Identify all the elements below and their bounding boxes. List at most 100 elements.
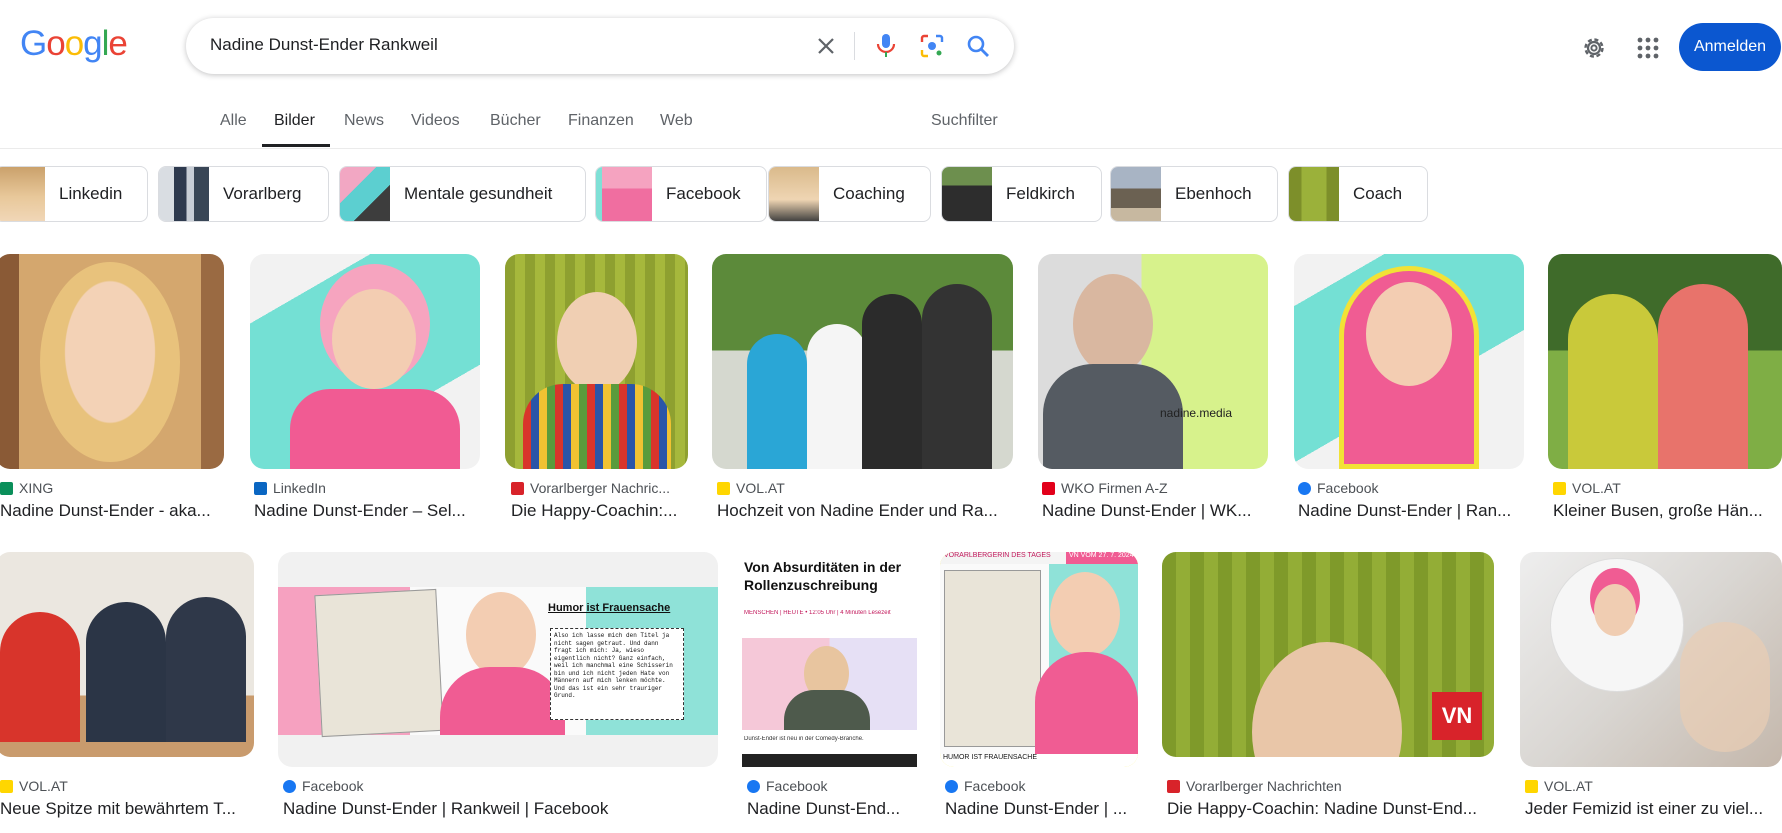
- vn-favicon-icon: [511, 481, 524, 495]
- result-source[interactable]: Facebook: [1298, 480, 1378, 496]
- result-image[interactable]: [250, 254, 480, 469]
- chip-coaching[interactable]: Coaching: [768, 166, 931, 222]
- portrait-shape: [862, 294, 922, 469]
- result-title[interactable]: Jeder Femizid ist einer zu viel...: [1525, 799, 1777, 819]
- source-label: WKO Firmen A-Z: [1061, 480, 1168, 496]
- result-source[interactable]: Vorarlberger Nachrichten: [1167, 778, 1342, 794]
- volat-favicon-icon: [717, 481, 730, 495]
- result-title[interactable]: Die Happy-Coachin:...: [511, 501, 687, 521]
- signin-button[interactable]: Anmelden: [1679, 23, 1781, 71]
- vn-logo: VN: [1432, 692, 1482, 740]
- chip-coach[interactable]: Coach: [1288, 166, 1428, 222]
- chip-label: Coach: [1353, 184, 1403, 203]
- image-bar: [742, 754, 917, 767]
- image-photo: [742, 638, 917, 730]
- portrait-shape: [747, 334, 807, 469]
- portrait-shape: [523, 384, 671, 469]
- chip-vorarlberg[interactable]: Vorarlberg: [158, 166, 329, 222]
- result-source[interactable]: WKO Firmen A-Z: [1042, 480, 1168, 496]
- result-title[interactable]: Nadine Dunst-Ender - aka...: [0, 501, 224, 521]
- result-source[interactable]: LinkedIn: [254, 480, 326, 496]
- facebook-favicon-icon: [1298, 481, 1311, 495]
- search-input[interactable]: Nadine Dunst-Ender Rankweil: [210, 35, 438, 55]
- result-source[interactable]: XING: [0, 480, 53, 496]
- microphone-icon[interactable]: [872, 32, 900, 60]
- chip-mentale-gesundheit[interactable]: Mentale gesundheit: [339, 166, 586, 222]
- image-caption: nadine.media: [1160, 406, 1233, 420]
- result-source[interactable]: VOL.AT: [717, 480, 785, 496]
- chip-thumbnail: [1289, 167, 1339, 221]
- vn-favicon-icon: [1167, 779, 1180, 793]
- result-source[interactable]: VOL.AT: [1525, 778, 1593, 794]
- image-caption: Dunst-Ender ist neu in der Comedy-Branch…: [744, 736, 864, 742]
- search-icon[interactable]: [964, 32, 992, 60]
- tab-news[interactable]: News: [344, 112, 384, 130]
- facebook-favicon-icon: [283, 779, 296, 793]
- tab-bilder[interactable]: Bilder: [274, 112, 315, 130]
- result-image[interactable]: VORARLBERGERIN DES TAGES VN VOM 27. 7. 2…: [940, 552, 1138, 767]
- result-image[interactable]: VN: [1162, 552, 1494, 757]
- chip-feldkirch[interactable]: Feldkirch: [941, 166, 1102, 222]
- result-image[interactable]: [505, 254, 688, 469]
- portrait-shape: [40, 262, 180, 462]
- portrait-shape: [1073, 274, 1153, 374]
- result-title[interactable]: Neue Spitze mit bewährtem T...: [0, 799, 250, 819]
- hand-shape: [1680, 622, 1770, 752]
- result-image[interactable]: [1548, 254, 1782, 469]
- active-tab-indicator: [262, 144, 330, 147]
- clear-icon[interactable]: [812, 32, 840, 60]
- google-logo[interactable]: Google: [20, 24, 128, 64]
- volat-favicon-icon: [1553, 481, 1566, 495]
- facebook-favicon-icon: [747, 779, 760, 793]
- tab-alle[interactable]: Alle: [220, 112, 247, 130]
- result-image[interactable]: nadine.media: [1038, 254, 1268, 469]
- result-source[interactable]: VOL.AT: [0, 778, 68, 794]
- result-source[interactable]: Facebook: [747, 778, 827, 794]
- chip-facebook[interactable]: Facebook: [595, 166, 767, 222]
- tab-web[interactable]: Web: [660, 112, 693, 130]
- result-title[interactable]: Nadine Dunst-Ender | WK...: [1042, 501, 1268, 521]
- portrait-shape: [1658, 284, 1748, 469]
- result-source[interactable]: Facebook: [283, 778, 363, 794]
- chip-thumbnail: [942, 167, 992, 221]
- result-image[interactable]: Von Absurditäten in der Rollenzuschreibu…: [742, 552, 917, 767]
- source-label: LinkedIn: [273, 480, 326, 496]
- result-title[interactable]: Nadine Dunst-Ender – Sel...: [254, 501, 480, 521]
- chip-ebenhoch[interactable]: Ebenhoch: [1110, 166, 1278, 222]
- source-label: Facebook: [1317, 480, 1379, 496]
- tab-finanzen[interactable]: Finanzen: [568, 112, 634, 130]
- chip-linkedin[interactable]: Linkedin: [0, 166, 148, 222]
- chip-thumbnail: [0, 167, 45, 221]
- chip-label: Linkedin: [59, 184, 123, 203]
- volat-favicon-icon: [1525, 779, 1538, 793]
- result-title[interactable]: Kleiner Busen, große Hän...: [1553, 501, 1779, 521]
- result-image[interactable]: [712, 254, 1013, 469]
- chip-thumbnail: [769, 167, 819, 221]
- result-title[interactable]: Die Happy-Coachin: Nadine Dunst-End...: [1167, 799, 1493, 819]
- portrait-shape: [557, 292, 637, 392]
- result-title[interactable]: Nadine Dunst-End...: [747, 799, 917, 819]
- result-title[interactable]: Nadine Dunst-Ender | ...: [945, 799, 1137, 819]
- tab-videos[interactable]: Videos: [411, 112, 460, 130]
- chip-label: Feldkirch: [1006, 184, 1075, 203]
- portrait-shape: [1594, 584, 1636, 636]
- search-filter-button[interactable]: Suchfilter: [931, 112, 998, 130]
- result-title[interactable]: Nadine Dunst-Ender | Rankweil | Facebook: [283, 799, 717, 819]
- result-source[interactable]: Facebook: [945, 778, 1025, 794]
- wko-favicon-icon: [1042, 481, 1055, 495]
- result-source[interactable]: Vorarlberger Nachric...: [511, 480, 670, 496]
- result-title[interactable]: Nadine Dunst-Ender | Ran...: [1298, 501, 1524, 521]
- result-source[interactable]: VOL.AT: [1553, 480, 1621, 496]
- result-title[interactable]: Hochzeit von Nadine Ender und Ra...: [717, 501, 1013, 521]
- apps-grid-icon[interactable]: [1634, 34, 1662, 62]
- tab-buecher[interactable]: Bücher: [490, 112, 541, 130]
- lens-icon[interactable]: [918, 32, 946, 60]
- result-image[interactable]: Humor ist Frauensache Also ich lasse mic…: [278, 552, 718, 767]
- result-image[interactable]: [1294, 254, 1524, 469]
- chip-label: Facebook: [666, 184, 741, 203]
- search-box[interactable]: Nadine Dunst-Ender Rankweil: [186, 18, 1014, 74]
- result-image[interactable]: [1520, 552, 1782, 767]
- result-image[interactable]: [0, 254, 224, 469]
- result-image[interactable]: [0, 552, 254, 757]
- settings-gear-icon[interactable]: [1580, 34, 1608, 62]
